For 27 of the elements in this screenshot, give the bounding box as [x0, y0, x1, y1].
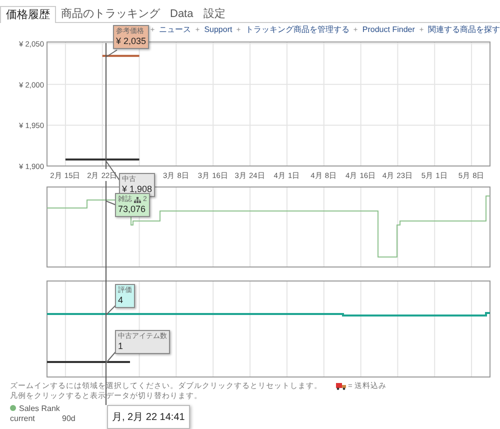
star-icon — [195, 26, 200, 33]
nav-link[interactable]: トラッキング商品を管理する — [245, 24, 350, 35]
tab[interactable]: 価格履歴 — [0, 6, 56, 23]
tooltip-value: ¥ 1,908 — [122, 184, 152, 195]
tooltip-value: ¥ 2,035 — [116, 36, 146, 47]
column-header: 90d — [62, 414, 76, 425]
tooltip-value: 1 — [118, 341, 124, 352]
star-icon — [353, 26, 358, 33]
tooltip-value: 4 — [118, 295, 124, 306]
leader-line — [106, 200, 116, 206]
tab[interactable]: 商品のトラッキング — [56, 6, 165, 22]
truck-icon — [336, 382, 346, 390]
tab[interactable]: 設定 — [198, 6, 230, 22]
tab[interactable]: Data — [165, 6, 198, 22]
nav-link[interactable]: ニュース — [159, 24, 192, 35]
nav-link[interactable]: Product Finder — [362, 25, 415, 34]
nav-link[interactable]: Support — [204, 25, 232, 34]
star-icon — [236, 26, 242, 33]
hierarchy-icon — [134, 196, 141, 202]
leader-line — [106, 50, 118, 58]
time-tooltip: 月, 2月 22 14:41 — [107, 405, 190, 429]
tooltip-value: 73,076 — [118, 204, 147, 215]
column-header: current — [10, 414, 36, 425]
legend-item[interactable]: Sales Rank — [19, 404, 60, 412]
star-icon — [150, 26, 156, 33]
star-icon — [418, 26, 424, 33]
nav-link[interactable]: 関連する商品を探す — [428, 24, 500, 35]
